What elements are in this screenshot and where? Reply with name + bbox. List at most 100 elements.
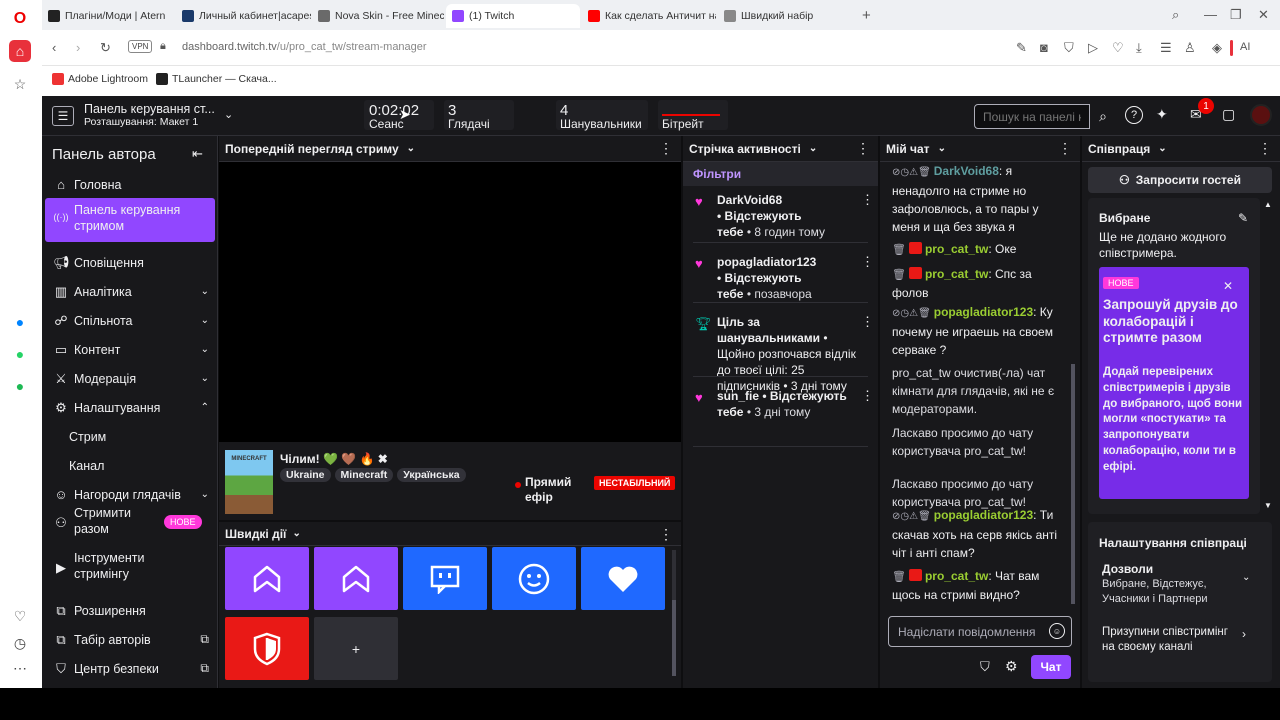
sidebar-item-2[interactable]: 📢︎ Сповіщення — [45, 252, 215, 274]
emote-picker-icon[interactable]: ☺ — [1049, 623, 1065, 639]
tag-chip[interactable]: Українська — [397, 468, 466, 482]
quick-action-shield-mode[interactable] — [225, 617, 309, 680]
pencil-icon[interactable]: ✎ — [1238, 211, 1248, 225]
browser-tab[interactable]: Плагіни/Моди | Atern — [42, 4, 174, 28]
reload-icon[interactable]: ↻ — [100, 41, 111, 54]
chevron-down-icon[interactable]: ⌄ — [292, 528, 300, 539]
spotify-icon[interactable]: ● — [9, 375, 31, 397]
permissions-value[interactable]: Вибране, Відстежує, Учасники і Партнери — [1102, 577, 1237, 607]
kebab-icon[interactable]: ⋮ — [861, 314, 874, 330]
mod-actions-icon[interactable]: ⊘◷⚠🗑︎ — [892, 511, 931, 522]
back-icon[interactable]: ‹ — [52, 41, 56, 54]
collab-scrollbar[interactable]: ▲ ▼ — [1264, 200, 1272, 510]
sidebar-item-7[interactable]: ⚙ Налаштування ⌃ — [45, 397, 215, 419]
sidebar-item-8[interactable]: Стрим — [45, 426, 215, 448]
mod-actions-icon[interactable]: ⊘◷⚠🗑︎ — [892, 308, 931, 319]
kebab-icon[interactable]: ⋮ — [861, 192, 874, 208]
scrollbar-thumb[interactable] — [1071, 364, 1075, 604]
kebab-icon[interactable]: ⋮ — [1058, 141, 1072, 155]
sidebar-item-3[interactable]: ▥ Аналітика ⌄ — [45, 281, 215, 303]
url-field[interactable]: dashboard.twitch.tv/u/pro_cat_tw/stream-… — [182, 41, 427, 53]
chat-username[interactable]: pro_cat_tw — [925, 242, 988, 256]
quick-actions-scrollbar[interactable] — [672, 550, 676, 676]
collapse-icon[interactable]: ⇤ — [192, 146, 203, 162]
kebab-icon[interactable]: ⋮ — [856, 141, 870, 155]
close-icon[interactable]: ✕ — [1223, 279, 1233, 293]
whisper-icon[interactable]: ▢ — [1222, 106, 1235, 123]
external-link-icon[interactable]: ⧉ — [200, 661, 209, 676]
tag-chip[interactable]: Minecraft — [334, 468, 394, 482]
quick-action-chat[interactable] — [403, 547, 487, 610]
invite-guests-button[interactable]: ⚇ Запросити гостей — [1088, 167, 1272, 193]
video-player[interactable] — [219, 162, 681, 442]
chat-send-button[interactable]: Чат — [1031, 655, 1071, 679]
chevron-right-icon[interactable]: › — [1242, 627, 1246, 641]
bookmark-item[interactable]: TLauncher — Скача... — [156, 73, 277, 85]
home-icon[interactable]: ⌂ — [9, 40, 31, 62]
browser-tab[interactable]: Nova Skin - Free Minecraft — [312, 4, 444, 28]
chat-scrollbar[interactable] — [1071, 164, 1075, 608]
chat-username[interactable]: popagladiator123 — [934, 508, 1033, 522]
activity-user[interactable]: popagladiator123 — [717, 255, 816, 269]
mod-actions-icon[interactable]: ⊘◷⚠🗑︎ — [892, 167, 931, 178]
heart-icon[interactable]: ♡ — [1112, 41, 1124, 54]
gear-icon[interactable]: ⚙ — [1005, 658, 1018, 675]
chevron-down-icon[interactable]: ⌄ — [407, 143, 415, 154]
dashboard-search-input[interactable] — [974, 104, 1090, 129]
kebab-icon[interactable]: ⋮ — [659, 527, 673, 541]
add-quick-action-button[interactable]: + — [314, 617, 398, 680]
bookmark-item[interactable]: Adobe Lightroom — [52, 73, 148, 85]
quick-action-raid[interactable] — [225, 547, 309, 610]
sidebar-item-1[interactable]: ((·)) Панель керування стримом — [45, 198, 215, 242]
vpn-badge[interactable]: VPN — [128, 40, 153, 53]
download-icon[interactable]: ⤓ — [1136, 41, 1142, 54]
chat-input[interactable]: Надіслати повідомлення ☺ — [888, 616, 1072, 647]
cube-icon[interactable]: ◈ — [1212, 41, 1222, 54]
search-icon[interactable]: ⌕ — [1172, 8, 1179, 21]
chat-username[interactable]: pro_cat_tw — [925, 267, 988, 281]
trash-icon[interactable]: 🗑︎ — [892, 269, 906, 281]
kebab-icon[interactable]: ⋮ — [1258, 141, 1272, 155]
whatsapp-icon[interactable]: ● — [9, 343, 31, 365]
chevron-down-icon[interactable]: ⌄ — [201, 315, 209, 326]
sidebar-item-14[interactable]: ⧉ Табір авторів ⧉ — [45, 629, 215, 651]
scrollbar-thumb[interactable] — [672, 600, 676, 676]
chevron-down-icon[interactable]: ⌄ — [201, 489, 209, 500]
menu-icon[interactable]: ☰ — [1160, 41, 1172, 54]
kebab-icon[interactable]: ⋮ — [861, 254, 874, 270]
history-icon[interactable]: ◷ — [9, 632, 31, 654]
chat-username[interactable]: pro_cat_tw — [925, 569, 988, 583]
help-icon[interactable]: ? — [1125, 106, 1143, 124]
browser-tab[interactable]: (1) Twitch — [446, 4, 580, 28]
user-icon[interactable]: ♙ — [1184, 41, 1196, 54]
tag-chip[interactable]: Ukraine — [280, 468, 331, 482]
ai-button[interactable]: AI — [1240, 41, 1250, 53]
chevron-up-icon[interactable]: ⌃ — [201, 402, 209, 413]
sidebar-item-4[interactable]: ☍ Спільнота ⌄ — [45, 310, 215, 332]
chevron-down-icon[interactable]: ⌄ — [938, 143, 946, 154]
sidebar-item-15[interactable]: ⛉ Центр безпеки ⧉ — [45, 658, 215, 680]
activity-user[interactable]: DarkVoid68 — [717, 193, 782, 207]
browser-tab[interactable]: Личный кабинет|acapes — [176, 4, 311, 28]
scroll-up-icon[interactable]: ▲ — [1264, 200, 1272, 209]
chevron-down-icon[interactable]: ⌄ — [809, 143, 817, 154]
activity-user[interactable]: sun_fie — [717, 389, 759, 403]
sidebar-item-11[interactable]: ⚇ Стримити разом НОВЕ — [45, 501, 215, 545]
chat-username[interactable]: DarkVoid68 — [934, 164, 999, 178]
restore-icon[interactable]: ❐ — [1230, 8, 1242, 21]
kebab-icon[interactable]: ⋮ — [861, 388, 874, 404]
sidebar-item-13[interactable]: ⧉ Розширення — [45, 600, 215, 622]
scroll-down-icon[interactable]: ▼ — [1264, 501, 1272, 510]
sidebar-item-9[interactable]: Канал — [45, 455, 215, 477]
activity-user[interactable]: Ціль за — [717, 315, 760, 329]
chevron-down-icon[interactable]: ⌄ — [201, 286, 209, 297]
quick-action-raid-2[interactable] — [314, 547, 398, 610]
quick-action-emote[interactable] — [492, 547, 576, 610]
messenger-icon[interactable]: ● — [9, 311, 31, 333]
chevron-down-icon[interactable]: ⌄ — [1242, 572, 1250, 583]
new-tab-button[interactable]: + — [862, 8, 871, 23]
trash-icon[interactable]: 🗑︎ — [892, 244, 906, 256]
chevron-down-icon[interactable]: ⌄ — [201, 344, 209, 355]
play-icon[interactable]: ▷ — [1088, 41, 1098, 54]
minimize-icon[interactable]: — — [1204, 8, 1217, 21]
